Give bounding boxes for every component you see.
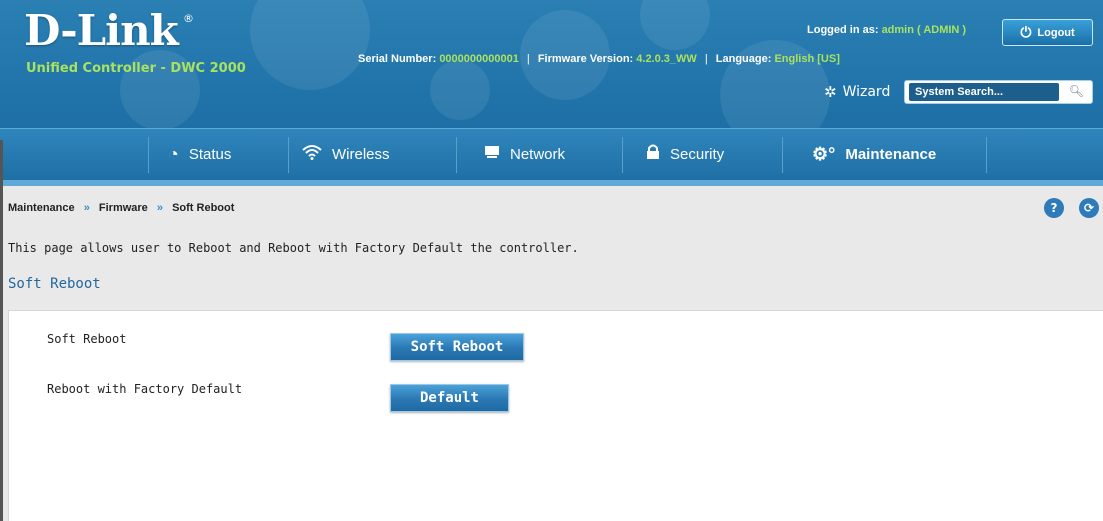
language-label: Language:: [715, 53, 772, 65]
logged-in-label: Logged in as:: [807, 24, 879, 36]
header: D-Link ® Unified Controller - DWC 2000 L…: [0, 0, 1103, 128]
device-info: Serial Number: 0000000000001 | Firmware …: [358, 53, 840, 65]
lock-icon: [646, 144, 660, 165]
refresh-icon[interactable]: ⟳: [1079, 198, 1099, 218]
wifi-icon: [302, 144, 322, 165]
nav-network[interactable]: Network: [484, 129, 565, 180]
nav-divider: [456, 137, 457, 173]
gears-icon: ⚙°: [812, 144, 836, 164]
nav-divider: [288, 137, 289, 173]
nav-security-label: Security: [670, 146, 725, 163]
section-title: Soft Reboot: [8, 276, 101, 292]
wizard-link[interactable]: ✲ Wizard: [824, 83, 890, 101]
serial-label: Serial Number:: [358, 53, 437, 65]
info-separator: |: [526, 53, 530, 65]
nav-status[interactable]: ◔ Status: [168, 129, 231, 180]
gauge-icon: ◔: [168, 144, 179, 164]
power-icon: ⏻: [1020, 24, 1032, 40]
breadcrumb: Maintenance » Firmware » Soft Reboot: [8, 202, 234, 214]
nav-divider: [148, 137, 149, 173]
dlink-logo: D-Link: [24, 6, 179, 55]
breadcrumb-maintenance[interactable]: Maintenance: [8, 202, 75, 214]
breadcrumb-soft-reboot: Soft Reboot: [172, 202, 235, 214]
soft-reboot-button[interactable]: Soft Reboot: [390, 333, 524, 361]
magic-wand-icon: ✲: [824, 83, 837, 101]
nav-divider: [622, 137, 623, 173]
language-value[interactable]: English [US]: [774, 53, 839, 65]
main-nav: ◔ Status Wireless Network Security ⚙° Ma…: [0, 128, 1103, 180]
product-subtitle: Unified Controller - DWC 2000: [26, 61, 246, 76]
help-icon[interactable]: ?: [1044, 198, 1064, 218]
nav-maintenance-label: Maintenance: [845, 146, 937, 163]
logout-button[interactable]: ⏻ Logout: [1002, 19, 1093, 46]
registered-mark: ®: [183, 12, 194, 25]
breadcrumb-firmware[interactable]: Firmware: [99, 202, 148, 214]
content-area: Maintenance » Firmware » Soft Reboot ? ⟳…: [0, 186, 1103, 521]
search-icon[interactable]: 🔍︎: [1069, 84, 1084, 98]
info-separator: |: [704, 53, 708, 65]
page-description: This page allows user to Reboot and Rebo…: [8, 241, 579, 255]
search-input[interactable]: [909, 83, 1059, 101]
firmware-value: 4.2.0.3_WW: [636, 53, 697, 65]
monitor-icon: [484, 144, 500, 165]
serial-value: 0000000000001: [439, 53, 519, 65]
left-edge-bar: [0, 140, 3, 521]
breadcrumb-separator: »: [156, 202, 163, 214]
logged-in-user: admin ( ADMIN ): [881, 24, 967, 36]
breadcrumb-separator: »: [83, 202, 90, 214]
firmware-label: Firmware Version:: [537, 53, 634, 65]
factory-default-label: Reboot with Factory Default: [47, 382, 243, 396]
nav-divider: [782, 137, 783, 173]
soft-reboot-panel: Soft Reboot Soft Reboot Reboot with Fact…: [8, 310, 1103, 521]
logged-in-info: Logged in as: admin ( ADMIN ): [807, 24, 966, 36]
factory-default-button[interactable]: Default: [390, 384, 509, 412]
nav-security[interactable]: Security: [646, 129, 724, 180]
nav-network-label: Network: [510, 146, 566, 163]
nav-maintenance[interactable]: ⚙° Maintenance: [812, 129, 936, 180]
nav-wireless-label: Wireless: [332, 146, 390, 163]
nav-divider: [986, 137, 987, 173]
logout-label: Logout: [1037, 26, 1075, 39]
wizard-label: Wizard: [842, 84, 891, 100]
nav-wireless[interactable]: Wireless: [302, 129, 390, 180]
soft-reboot-label: Soft Reboot: [47, 332, 127, 346]
system-search: 🔍︎: [904, 80, 1093, 104]
nav-status-label: Status: [188, 146, 232, 163]
